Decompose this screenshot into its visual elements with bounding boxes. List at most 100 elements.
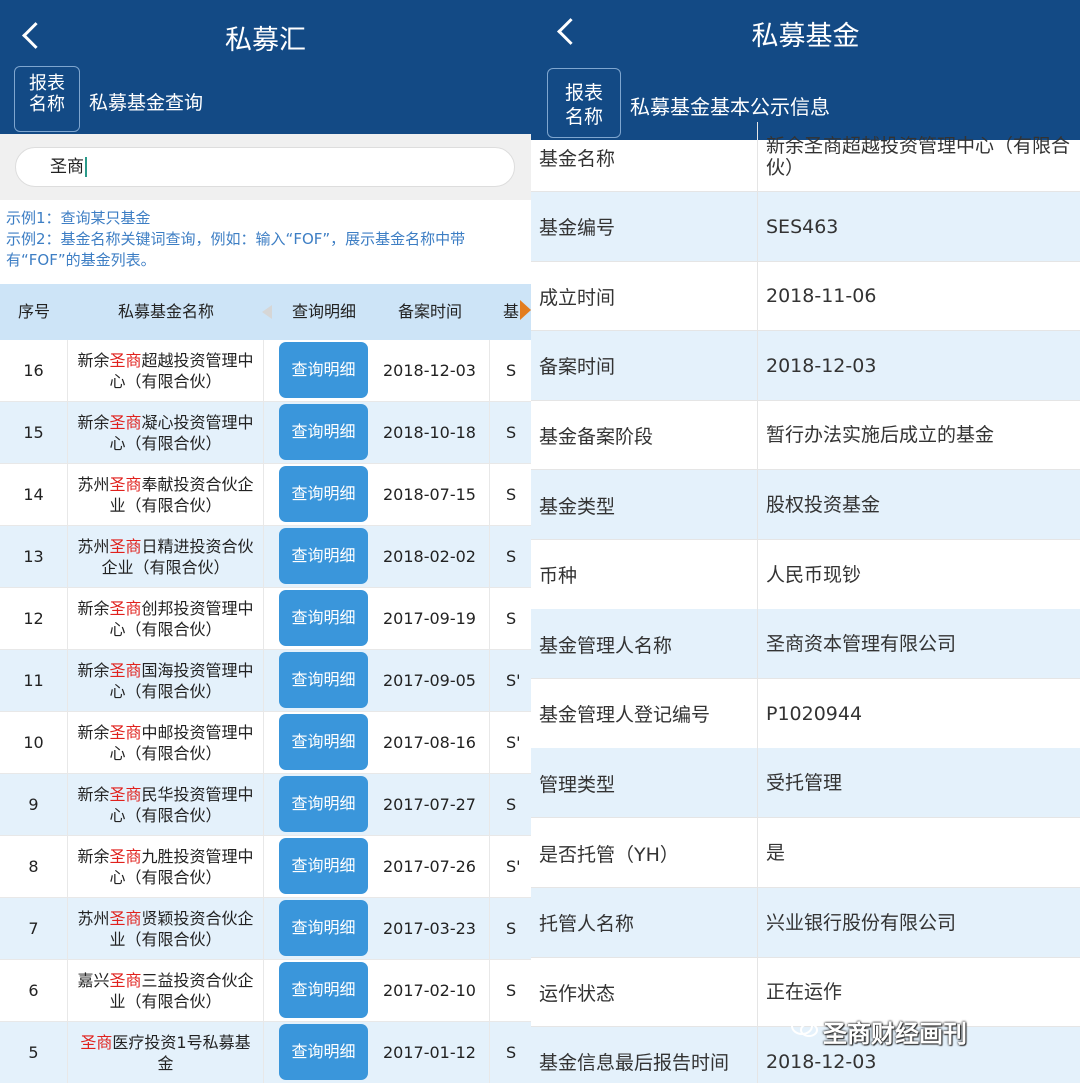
fund-name-prefix: 新余 <box>77 413 110 432</box>
col-index: 序号 <box>17 302 50 321</box>
fund-code-partial: S <box>506 547 517 566</box>
record-date: 2017-02-10 <box>370 960 490 1022</box>
fund-name-highlight: 圣商 <box>109 599 142 618</box>
left-subtitle: 私募基金查询 <box>89 92 204 114</box>
search-input[interactable]: 圣商 <box>15 147 515 187</box>
query-detail-button[interactable]: 查询明细 <box>279 590 368 646</box>
fund-name-prefix: 新余 <box>77 661 110 680</box>
detail-value: 股权投资基金 <box>757 470 1080 540</box>
detail-row: 基金类型 股权投资基金 <box>531 470 1080 540</box>
fund-name-prefix: 苏州 <box>77 475 110 494</box>
table-row: 7 苏州圣商贤颖投资合伙企业（有限合伙） 查询明细 2017-03-23 S <box>0 898 531 960</box>
record-date: 2017-01-12 <box>370 1022 490 1083</box>
fund-name-prefix: 苏州 <box>77 537 110 556</box>
fund-name: 苏州圣商日精进投资合伙企业（有限合伙） <box>68 526 264 588</box>
detail-value: 新余圣商超越投资管理中心（有限合伙） <box>757 122 1080 192</box>
fund-name-highlight: 圣商 <box>109 723 142 742</box>
detail-row: 是否托管（YH） 是 <box>531 818 1080 888</box>
fund-name-prefix: 新余 <box>77 351 110 370</box>
detail-row: 币种 人民币现钞 <box>531 539 1080 610</box>
query-detail-button[interactable]: 查询明细 <box>279 528 368 584</box>
report-name-button[interactable]: 报表 名称 <box>14 66 80 132</box>
fund-code-partial: S <box>506 795 517 814</box>
table-row: 12 新余圣商创邦投资管理中心（有限合伙） 查询明细 2017-09-19 S <box>0 588 531 650</box>
detail-value: 暂行办法实施后成立的基金 <box>757 400 1080 471</box>
fund-name-prefix: 苏州 <box>77 909 110 928</box>
detail-row: 基金备案阶段 暂行办法实施后成立的基金 <box>531 400 1080 471</box>
fund-code-partial: S <box>506 361 517 380</box>
query-detail-button[interactable]: 查询明细 <box>279 404 368 460</box>
fund-code-partial: S <box>506 609 517 628</box>
fund-name: 圣商医疗投资1号私募基金 <box>68 1022 264 1083</box>
detail-label: 托管人名称 <box>539 913 635 936</box>
row-index: 15 <box>0 402 68 464</box>
detail-label: 成立时间 <box>539 286 616 309</box>
detail-value: 受托管理 <box>757 748 1080 819</box>
row-index: 5 <box>0 1022 68 1083</box>
query-detail-button[interactable]: 查询明细 <box>279 714 368 770</box>
table-header: 序号 私募基金名称 查询明细 备案时间 基 <box>0 284 531 340</box>
hint-1: 示例1：查询某只基金 <box>6 209 151 227</box>
row-index: 9 <box>0 774 68 836</box>
fund-name: 新余圣商九胜投资管理中心（有限合伙） <box>68 836 264 898</box>
detail-row: 基金管理人登记编号 P1020944 <box>531 678 1080 749</box>
detail-label: 基金管理人名称 <box>539 634 673 657</box>
detail-label: 币种 <box>539 565 578 588</box>
fund-code-partial: S' <box>506 857 521 876</box>
detail-value: 兴业银行股份有限公司 <box>757 887 1080 958</box>
record-date: 2018-07-15 <box>370 464 490 526</box>
right-page-title: 私募基金 <box>751 21 860 52</box>
fund-name-highlight: 圣商 <box>109 785 142 804</box>
detail-row: 基金管理人名称 圣商资本管理有限公司 <box>531 609 1080 680</box>
fund-name: 新余圣商民华投资管理中心（有限合伙） <box>68 774 264 836</box>
query-detail-button[interactable]: 查询明细 <box>279 776 368 832</box>
search-bar: 圣商 <box>0 134 531 200</box>
detail-value: 是 <box>757 818 1080 888</box>
left-page-title: 私募汇 <box>225 25 306 56</box>
fund-name: 新余圣商创邦投资管理中心（有限合伙） <box>68 588 264 650</box>
fund-code-partial: S' <box>506 671 521 690</box>
right-subtitle: 私募基金基本公示信息 <box>630 95 830 119</box>
record-date: 2017-07-27 <box>370 774 490 836</box>
fund-name-prefix: 新余 <box>77 847 110 866</box>
fund-name-highlight: 圣商 <box>109 909 142 928</box>
report-btn-line2: 名称 <box>29 94 65 115</box>
fund-name: 新余圣商国海投资管理中心（有限合伙） <box>68 650 264 712</box>
detail-label: 基金信息最后报告时间 <box>539 1052 730 1075</box>
table-row: 8 新余圣商九胜投资管理中心（有限合伙） 查询明细 2017-07-26 S' <box>0 836 531 898</box>
watermark: 圣商财经画刊 <box>823 1020 967 1048</box>
query-detail-button[interactable]: 查询明细 <box>279 652 368 708</box>
detail-label: 是否托管（YH） <box>539 843 679 866</box>
fund-name-prefix: 新余 <box>77 599 110 618</box>
detail-label: 基金备案阶段 <box>539 425 654 448</box>
scroll-left-icon[interactable] <box>262 305 272 319</box>
fund-name: 新余圣商中邮投资管理中心（有限合伙） <box>68 712 264 774</box>
detail-row: 备案时间 2018-12-03 <box>531 330 1080 401</box>
query-detail-button[interactable]: 查询明细 <box>279 900 368 956</box>
fund-name-highlight: 圣商 <box>109 351 142 370</box>
query-detail-button[interactable]: 查询明细 <box>279 1024 368 1080</box>
fund-code-partial: S <box>506 981 517 1000</box>
fund-name-highlight: 圣商 <box>109 847 142 866</box>
detail-row: 基金编号 SES463 <box>531 191 1080 262</box>
record-date: 2018-10-18 <box>370 402 490 464</box>
row-index: 12 <box>0 588 68 650</box>
fund-code-partial: S <box>506 423 517 442</box>
detail-label: 基金编号 <box>539 217 616 240</box>
report-btn-line1: 报表 <box>29 73 65 94</box>
row-index: 10 <box>0 712 68 774</box>
detail-value: 圣商资本管理有限公司 <box>757 609 1080 680</box>
detail-value: 2018-12-03 <box>757 330 1080 401</box>
query-detail-button[interactable]: 查询明细 <box>279 466 368 522</box>
query-detail-button[interactable]: 查询明细 <box>279 962 368 1018</box>
table-row: 5 圣商医疗投资1号私募基金 查询明细 2017-01-12 S <box>0 1022 531 1083</box>
col-fund-name: 私募基金名称 <box>117 302 214 321</box>
search-hints: 示例1：查询某只基金 示例2：基金名称关键词查询，例如：输入“FOF”，展示基金… <box>6 208 519 271</box>
scroll-right-icon[interactable] <box>520 300 531 320</box>
record-date: 2017-07-26 <box>370 836 490 898</box>
query-detail-button[interactable]: 查询明细 <box>279 342 368 398</box>
detail-value: P1020944 <box>757 678 1080 749</box>
fund-name-suffix: 医疗投资1号私募基金 <box>112 1033 251 1073</box>
detail-label: 基金管理人登记编号 <box>539 704 711 727</box>
query-detail-button[interactable]: 查询明细 <box>279 838 368 894</box>
